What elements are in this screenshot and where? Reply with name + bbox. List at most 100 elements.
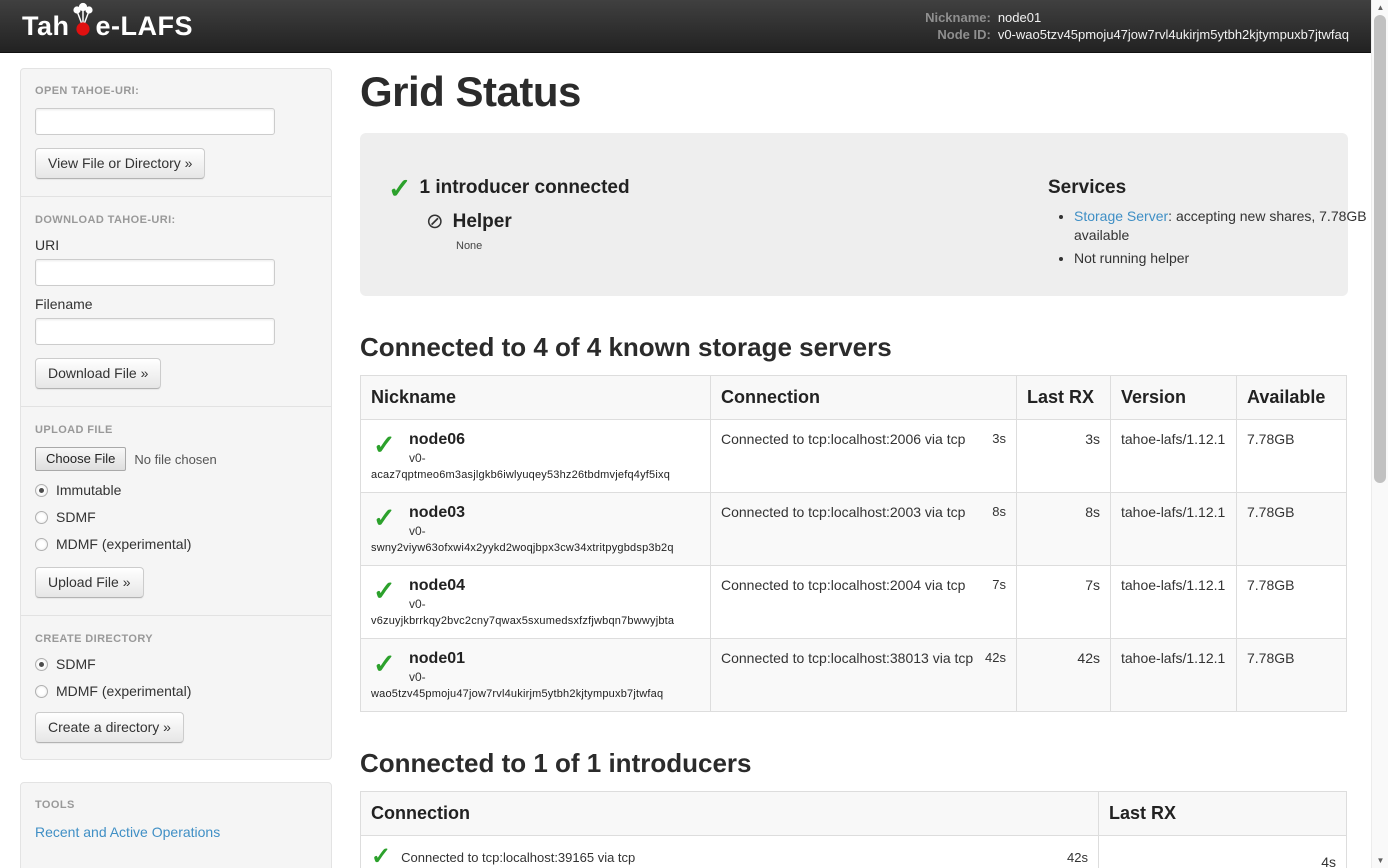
page-title: Grid Status	[360, 68, 1348, 116]
server-version: tahoe-lafs/1.12.1	[1111, 566, 1237, 639]
divider	[21, 406, 331, 407]
scroll-down-arrow-icon[interactable]: ▼	[1372, 853, 1388, 868]
radio-sdmf-dir-label: SDMF	[56, 656, 96, 672]
introducer-status-text: 1 introducer connected	[419, 177, 629, 199]
uri-field-label: URI	[35, 237, 317, 253]
connected-check-icon: ✓	[373, 432, 396, 458]
nickname-value: node01	[998, 10, 1349, 25]
sidebar-controls-panel: OPEN TAHOE-URI: View File or Directory »…	[20, 68, 332, 760]
filename-field-label: Filename	[35, 296, 317, 312]
storage-servers-heading: Connected to 4 of 4 known storage server…	[360, 332, 1348, 363]
scrollbar-thumb[interactable]	[1374, 15, 1386, 483]
app-logo[interactable]: Tah e-LAFS	[22, 11, 193, 42]
open-uri-section: OPEN TAHOE-URI: View File or Directory »	[35, 85, 317, 179]
introducer-check-icon: ✓	[388, 177, 411, 201]
server-id-prefix: v0-	[409, 597, 700, 611]
server-available: 7.78GB	[1237, 493, 1347, 566]
server-id-hash: v6zuyjkbrrkqy2bvc2cny7qwax5sxumedsxfzfjw…	[371, 615, 700, 627]
sidebar: OPEN TAHOE-URI: View File or Directory »…	[20, 68, 332, 868]
radio-dot-icon	[35, 538, 48, 551]
storage-server-row: ✓ node01 v0- wao5tzv45pmoju47jow7rvl4uki…	[361, 639, 1347, 712]
logo-text-suffix: e-LAFS	[96, 11, 194, 42]
services-block: Services Storage Server: accepting new s…	[1048, 177, 1378, 296]
file-chosen-status: No file chosen	[134, 452, 216, 467]
summary-status-block: ✓ 1 introducer connected ⊘ Helper None	[388, 177, 1048, 296]
radio-mdmf-dir-label: MDMF (experimental)	[56, 683, 191, 699]
col-available: Available	[1237, 376, 1347, 420]
radio-dot-icon	[35, 511, 48, 524]
helper-none-icon: ⊘	[426, 209, 444, 234]
upload-file-section: UPLOAD FILE Choose File No file chosen I…	[35, 424, 317, 598]
connected-check-icon: ✓	[373, 578, 396, 604]
introducer-last-rx: 4s	[1099, 836, 1347, 868]
service-helper-item: Not running helper	[1074, 249, 1378, 268]
col-last-rx: Last RX	[1017, 376, 1111, 420]
server-last-rx: 8s	[1017, 493, 1111, 566]
node-id-label: Node ID:	[925, 27, 991, 42]
radio-dot-icon	[35, 685, 48, 698]
recent-operations-link[interactable]: Recent and Active Operations	[35, 824, 220, 840]
server-available: 7.78GB	[1237, 420, 1347, 493]
tools-heading: TOOLS	[35, 799, 317, 811]
view-file-button[interactable]: View File or Directory »	[35, 148, 205, 179]
col-connection: Connection	[361, 792, 1099, 836]
server-nickname: node06	[409, 431, 700, 449]
connected-check-icon: ✓	[371, 847, 391, 867]
server-last-rx: 3s	[1017, 420, 1111, 493]
grid-summary-panel: ✓ 1 introducer connected ⊘ Helper None S…	[360, 133, 1348, 296]
helper-value: None	[456, 240, 1048, 252]
helper-status: Not running helper	[1074, 250, 1189, 266]
storage-server-link[interactable]: Storage Server	[1074, 208, 1168, 224]
server-version: tahoe-lafs/1.12.1	[1111, 639, 1237, 712]
choose-file-button[interactable]: Choose File	[35, 447, 126, 471]
download-filename-input[interactable]	[35, 318, 275, 345]
upload-file-button[interactable]: Upload File »	[35, 567, 144, 598]
nickname-label: Nickname:	[925, 10, 991, 25]
radio-immutable-label: Immutable	[56, 482, 121, 498]
storage-table-header-row: Nickname Connection Last RX Version Avai…	[361, 376, 1347, 420]
radio-mdmf-dir[interactable]: MDMF (experimental)	[35, 683, 317, 699]
storage-server-row: ✓ node03 v0- swny2viyw63ofxwi4x2yykd2woq…	[361, 493, 1347, 566]
server-connection: Connected to tcp:localhost:2003 via tcp	[721, 504, 965, 520]
server-last-rx: 7s	[1017, 566, 1111, 639]
open-uri-input[interactable]	[35, 108, 275, 135]
scrollbar[interactable]: ▲ ▼	[1371, 0, 1388, 868]
server-version: tahoe-lafs/1.12.1	[1111, 493, 1237, 566]
divider	[21, 196, 331, 197]
radio-sdmf-upload[interactable]: SDMF	[35, 509, 317, 525]
divider	[21, 615, 331, 616]
storage-server-row: ✓ node06 v0- acaz7qptmeo6m3asjlgkb6iwlyu…	[361, 420, 1347, 493]
connection-age: 7s	[992, 577, 1006, 593]
server-version: tahoe-lafs/1.12.1	[1111, 420, 1237, 493]
server-nickname: node03	[409, 504, 700, 522]
node-info: Nickname: node01 Node ID: v0-wao5tzv45pm…	[925, 10, 1349, 42]
col-nickname: Nickname	[361, 376, 711, 420]
content-area: OPEN TAHOE-URI: View File or Directory »…	[0, 53, 1388, 868]
create-directory-section: CREATE DIRECTORY SDMF MDMF (experimental…	[35, 633, 317, 743]
node-id-value: v0-wao5tzv45pmoju47jow7rvl4ukirjm5ytbh2k…	[998, 27, 1349, 42]
server-connection: Connected to tcp:localhost:38013 via tcp	[721, 650, 973, 666]
server-id-prefix: v0-	[409, 670, 700, 684]
tools-panel: TOOLS Recent and Active Operations	[20, 782, 332, 868]
download-uri-section: DOWNLOAD TAHOE-URI: URI Filename Downloa…	[35, 214, 317, 389]
server-id-prefix: v0-	[409, 524, 700, 538]
server-id-hash: wao5tzv45pmoju47jow7rvl4ukirjm5ytbh2kjty…	[371, 688, 700, 700]
create-directory-button[interactable]: Create a directory »	[35, 712, 184, 743]
introducers-heading: Connected to 1 of 1 introducers	[360, 748, 1348, 779]
connected-check-icon: ✓	[373, 651, 396, 677]
server-nickname: node04	[409, 577, 700, 595]
radio-sdmf-dir[interactable]: SDMF	[35, 656, 317, 672]
storage-servers-table: Nickname Connection Last RX Version Avai…	[360, 375, 1347, 712]
header-bar: Tah e-LAFS Nickname: node01 Node ID: v0-…	[0, 0, 1371, 53]
download-uri-input[interactable]	[35, 259, 275, 286]
radio-immutable[interactable]: Immutable	[35, 482, 317, 498]
download-file-button[interactable]: Download File »	[35, 358, 161, 389]
radio-mdmf-upload[interactable]: MDMF (experimental)	[35, 536, 317, 552]
logo-text-prefix: Tah	[22, 11, 70, 42]
col-version: Version	[1111, 376, 1237, 420]
server-connection: Connected to tcp:localhost:2006 via tcp	[721, 431, 965, 447]
server-last-rx: 42s	[1017, 639, 1111, 712]
radio-sdmf-upload-label: SDMF	[56, 509, 96, 525]
server-connection: Connected to tcp:localhost:2004 via tcp	[721, 577, 965, 593]
scroll-up-arrow-icon[interactable]: ▲	[1372, 0, 1388, 15]
